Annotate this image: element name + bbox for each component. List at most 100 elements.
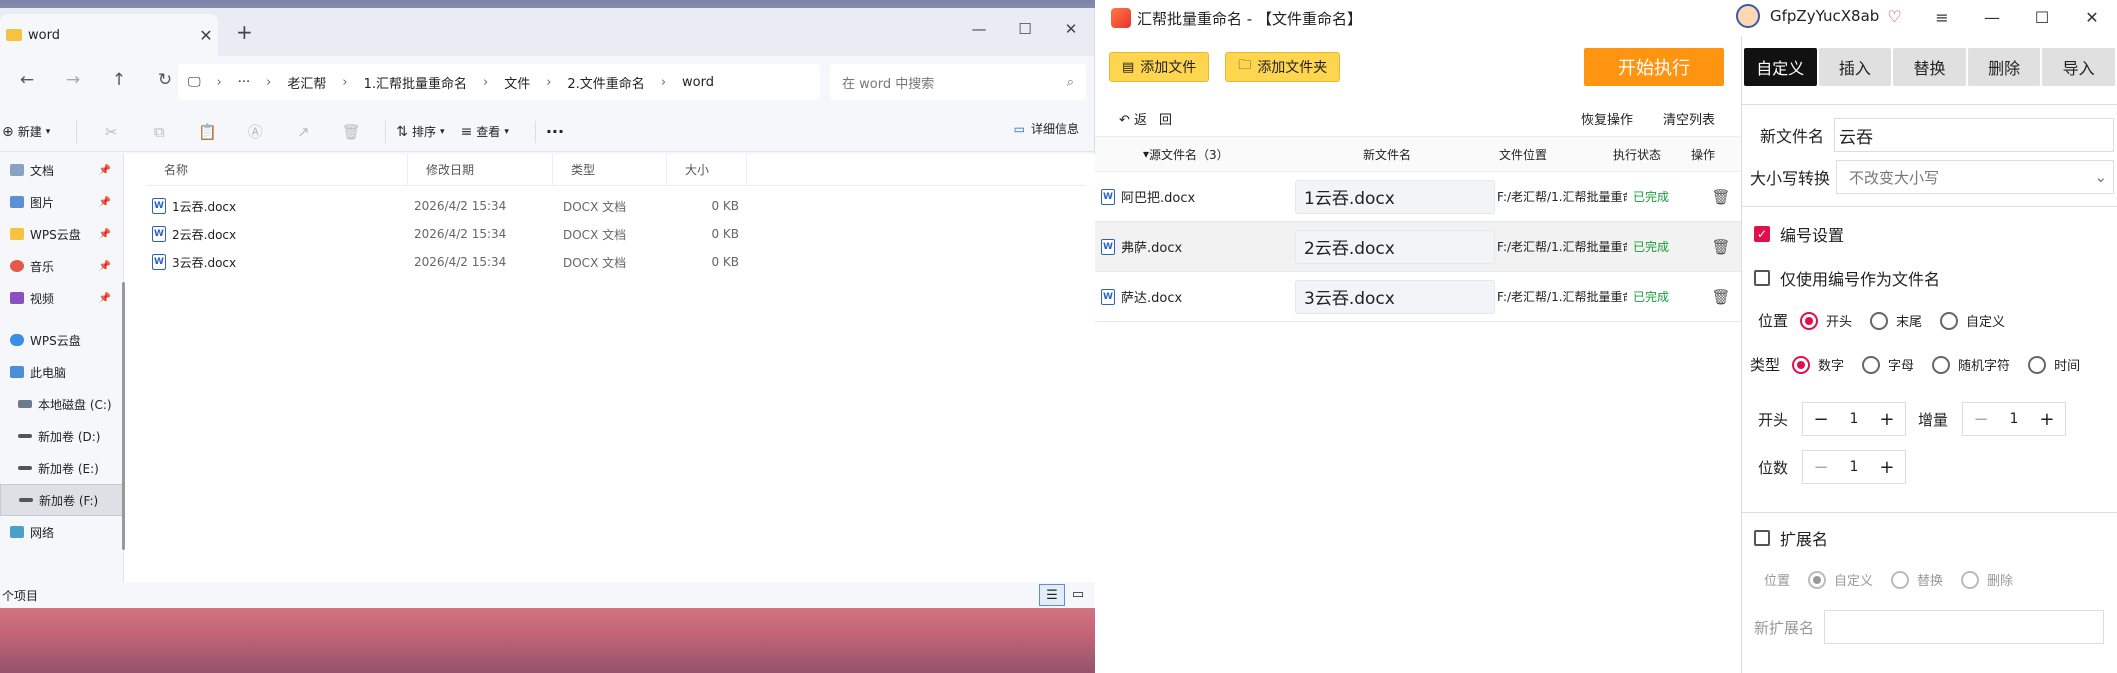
nav-item-drive-e[interactable]: 新加卷 (E:): [0, 452, 123, 484]
nav-item-drive-d[interactable]: 新加卷 (D:): [0, 420, 123, 452]
breadcrumb-item[interactable]: 文件: [504, 73, 530, 92]
add-file-button[interactable]: ▤ 添加文件: [1109, 52, 1210, 82]
breadcrumb-item[interactable]: 2.文件重命名: [567, 73, 644, 92]
minus-icon[interactable]: −: [1813, 457, 1828, 478]
type-letter-radio[interactable]: 字母: [1862, 355, 1914, 374]
breadcrumb-item[interactable]: word: [682, 75, 714, 90]
nav-item-pictures[interactable]: 图片 📌: [0, 186, 123, 218]
start-button[interactable]: 开始执行: [1584, 48, 1724, 86]
breadcrumb-item[interactable]: 1.汇帮批量重命名: [364, 73, 467, 92]
breadcrumb-item[interactable]: ···: [238, 75, 250, 90]
clear-list-button[interactable]: 清空列表: [1663, 109, 1715, 128]
redo-button[interactable]: 回: [1159, 109, 1172, 128]
close-icon[interactable]: ✕: [1048, 12, 1094, 46]
tab-import[interactable]: 导入: [2042, 48, 2115, 86]
nav-item-videos[interactable]: 视频 📌: [0, 282, 123, 314]
sort-button[interactable]: ⇅ 排序 ▾: [396, 123, 444, 140]
column-header-date[interactable]: 修改日期: [408, 154, 553, 185]
file-row[interactable]: W 1云吞.docx 2026/4/2 15:34 DOCX 文档 0 KB: [146, 192, 1086, 220]
nav-item-drive-f[interactable]: 新加卷 (F:): [0, 484, 123, 516]
menu-icon[interactable]: ≡: [1917, 0, 1967, 36]
new-name-input[interactable]: 云吞: [1834, 118, 2115, 152]
details-view-icon[interactable]: ☰: [1039, 584, 1065, 606]
minimize-icon[interactable]: —: [1967, 0, 2017, 36]
plus-icon[interactable]: +: [1879, 457, 1894, 478]
table-row[interactable]: W 萨达.docx 3云吞.docx F:/老汇帮/1.汇帮批量重命名 已完成 🗑: [1095, 272, 1741, 322]
column-header-size[interactable]: 大小: [667, 154, 747, 185]
user-account[interactable]: GfpZyYucX8ab ♡: [1736, 4, 1902, 28]
column-header-type[interactable]: 类型: [553, 154, 667, 185]
new-tab-button[interactable]: +: [236, 20, 253, 44]
cut-icon[interactable]: ✂: [87, 123, 135, 141]
address-box[interactable]: 🖵 › ··· › 老汇帮 › 1.汇帮批量重命名 › 文件 › 2.文件重命名…: [178, 64, 820, 100]
type-random-radio[interactable]: 随机字符: [1932, 355, 2010, 374]
maximize-icon[interactable]: ☐: [1002, 12, 1048, 46]
close-icon[interactable]: ✕: [2067, 0, 2117, 36]
ext-custom-radio[interactable]: 自定义: [1808, 570, 1873, 589]
position-end-radio[interactable]: 末尾: [1870, 311, 1922, 330]
plus-icon[interactable]: +: [2039, 409, 2054, 430]
explorer-tab-word[interactable]: word ✕: [0, 14, 218, 56]
copy-icon[interactable]: ⧉: [135, 123, 183, 141]
back-arrow-icon[interactable]: ←: [4, 70, 50, 90]
ext-delete-radio[interactable]: 删除: [1961, 570, 2013, 589]
nav-item-network[interactable]: 网络: [0, 516, 123, 548]
file-row[interactable]: W 3云吞.docx 2026/4/2 15:34 DOCX 文档 0 KB: [146, 248, 1086, 276]
new-extension-input[interactable]: [1824, 610, 2105, 644]
column-header-name[interactable]: 名称: [146, 154, 408, 185]
new-name-field[interactable]: 1云吞.docx: [1295, 179, 1495, 214]
nav-item-drive-c[interactable]: 本地磁盘 (C:): [0, 388, 123, 420]
new-name-field[interactable]: 2云吞.docx: [1295, 229, 1495, 264]
more-button[interactable]: ···: [546, 122, 564, 141]
table-row[interactable]: W阿巴把.docx 1云吞.docx F:/老汇帮/1.汇帮批量重命名 已完成 …: [1095, 172, 1741, 222]
nav-scrollbar[interactable]: [122, 282, 125, 550]
extension-checkbox[interactable]: 扩展名: [1754, 526, 1828, 550]
share-icon[interactable]: ↗: [279, 123, 327, 141]
tab-delete[interactable]: 删除: [1967, 48, 2041, 86]
tab-replace[interactable]: 替换: [1893, 48, 1966, 86]
nav-item-this-pc[interactable]: 此电脑: [0, 356, 123, 388]
breadcrumb-item[interactable]: 老汇帮: [287, 73, 326, 92]
rename-icon[interactable]: Ⓐ: [231, 121, 279, 142]
type-time-radio[interactable]: 时间: [2028, 355, 2080, 374]
nav-item-documents[interactable]: 文档 📌: [0, 154, 123, 186]
paste-icon[interactable]: 📋: [183, 123, 231, 141]
tiles-view-icon[interactable]: ▭: [1065, 584, 1091, 606]
minus-icon[interactable]: −: [1813, 409, 1828, 430]
tab-insert[interactable]: 插入: [1818, 48, 1892, 86]
file-row[interactable]: W 2云吞.docx 2026/4/2 15:34 DOCX 文档 0 KB: [146, 220, 1086, 248]
delete-icon[interactable]: 🗑: [327, 123, 375, 141]
trash-icon[interactable]: 🗑: [1711, 288, 1730, 306]
search-input[interactable]: 在 word 中搜索 ⌕: [830, 64, 1086, 100]
forward-arrow-icon[interactable]: →: [50, 70, 96, 90]
tab-custom[interactable]: 自定义: [1744, 48, 1817, 86]
undo-button[interactable]: ↶ 返: [1119, 109, 1147, 128]
only-number-checkbox[interactable]: 仅使用编号作为文件名: [1754, 266, 1940, 290]
type-number-radio[interactable]: 数字: [1792, 355, 1844, 374]
plus-icon[interactable]: +: [1879, 409, 1894, 430]
nav-item-wps-cloud[interactable]: WPS云盘: [0, 324, 123, 356]
nav-item-wps-folder[interactable]: WPS云盘 📌: [0, 218, 123, 250]
nav-item-music[interactable]: 音乐 📌: [0, 250, 123, 282]
new-button[interactable]: ⊕ 新建 ▾: [2, 123, 50, 140]
minimize-icon[interactable]: —: [956, 12, 1002, 46]
digits-stepper[interactable]: − 1 +: [1802, 450, 1907, 484]
minus-icon[interactable]: −: [1973, 409, 1988, 430]
maximize-icon[interactable]: ☐: [2017, 0, 2067, 36]
increment-stepper[interactable]: − 1 +: [1962, 402, 2067, 436]
ext-replace-radio[interactable]: 替换: [1891, 570, 1943, 589]
trash-icon[interactable]: 🗑: [1711, 238, 1730, 256]
new-name-field[interactable]: 3云吞.docx: [1295, 279, 1495, 314]
position-start-radio[interactable]: 开头: [1800, 311, 1852, 330]
position-custom-radio[interactable]: 自定义: [1940, 311, 2005, 330]
restore-button[interactable]: 恢复操作: [1581, 109, 1633, 128]
start-stepper[interactable]: − 1 +: [1802, 402, 1907, 436]
view-button[interactable]: ≡ 查看 ▾: [461, 123, 509, 140]
add-folder-button[interactable]: 🗀 添加文件夹: [1225, 52, 1341, 82]
details-button[interactable]: ▭ 详细信息: [1014, 120, 1079, 137]
numbering-checkbox[interactable]: ✓ 编号设置: [1754, 222, 1844, 246]
table-row[interactable]: W 弗萨.docx 2云吞.docx F:/老汇帮/1.汇帮批量重命名 已完成 🗑: [1095, 222, 1741, 272]
trash-icon[interactable]: 🗑: [1711, 188, 1730, 206]
header-source[interactable]: ▾ 源文件名（3）: [1095, 146, 1291, 163]
tab-close-icon[interactable]: ✕: [194, 26, 218, 45]
